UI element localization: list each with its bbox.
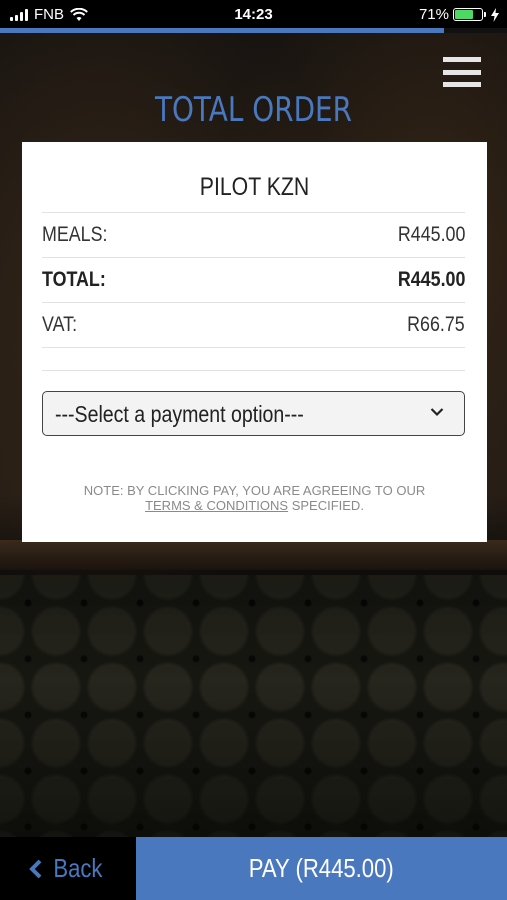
vat-value: R66.75: [407, 313, 465, 336]
bar-shelf: [0, 540, 507, 570]
meals-value: R445.00: [397, 223, 465, 246]
terms-note-prefix: NOTE: BY CLICKING PAY, YOU ARE AGREEING …: [83, 483, 426, 498]
pay-label: PAY (R445.00): [249, 853, 394, 883]
terms-conditions-link[interactable]: TERMS & CONDITIONS: [145, 498, 288, 513]
meals-label: MEALS:: [42, 223, 108, 246]
back-label: Back: [53, 853, 103, 883]
vat-label: VAT:: [42, 313, 78, 336]
meals-row: MEALS: R445.00: [42, 212, 465, 257]
battery-percent: 71%: [418, 6, 449, 23]
vat-row: VAT: R66.75: [42, 302, 465, 348]
back-button[interactable]: Back: [0, 837, 136, 900]
page-title: TOTAL ORDER: [154, 90, 353, 130]
divider: [42, 348, 465, 371]
total-value: R445.00: [397, 268, 465, 291]
total-label: TOTAL:: [42, 268, 106, 291]
battery-icon: [453, 8, 486, 21]
order-summary: MEALS: R445.00 TOTAL: R445.00 VAT: R66.7…: [42, 212, 465, 371]
battery-level: [455, 10, 473, 19]
order-receipt: PILOT KZN MEALS: R445.00 TOTAL: R445.00 …: [22, 147, 487, 542]
terms-note: NOTE: BY CLICKING PAY, YOU ARE AGREEING …: [62, 483, 447, 513]
tufted-leather-sofa: [0, 575, 507, 837]
hamburger-menu-icon[interactable]: [443, 57, 481, 87]
chevron-left-icon: [29, 859, 42, 878]
chevron-down-icon: [430, 408, 444, 417]
payment-option-select[interactable]: ---Select a payment option---: [42, 391, 465, 436]
terms-note-suffix: SPECIFIED.: [288, 498, 364, 513]
page-progress-bar: [0, 28, 507, 33]
pay-button[interactable]: PAY (R445.00): [136, 837, 507, 900]
total-row: TOTAL: R445.00: [42, 257, 465, 302]
payment-option-value: ---Select a payment option---: [55, 401, 304, 427]
page-progress-fill: [0, 28, 444, 33]
merchant-name: PILOT KZN: [199, 173, 310, 201]
bolt-icon: [491, 7, 499, 22]
status-bar: FNB 14:23 71%: [0, 0, 507, 30]
